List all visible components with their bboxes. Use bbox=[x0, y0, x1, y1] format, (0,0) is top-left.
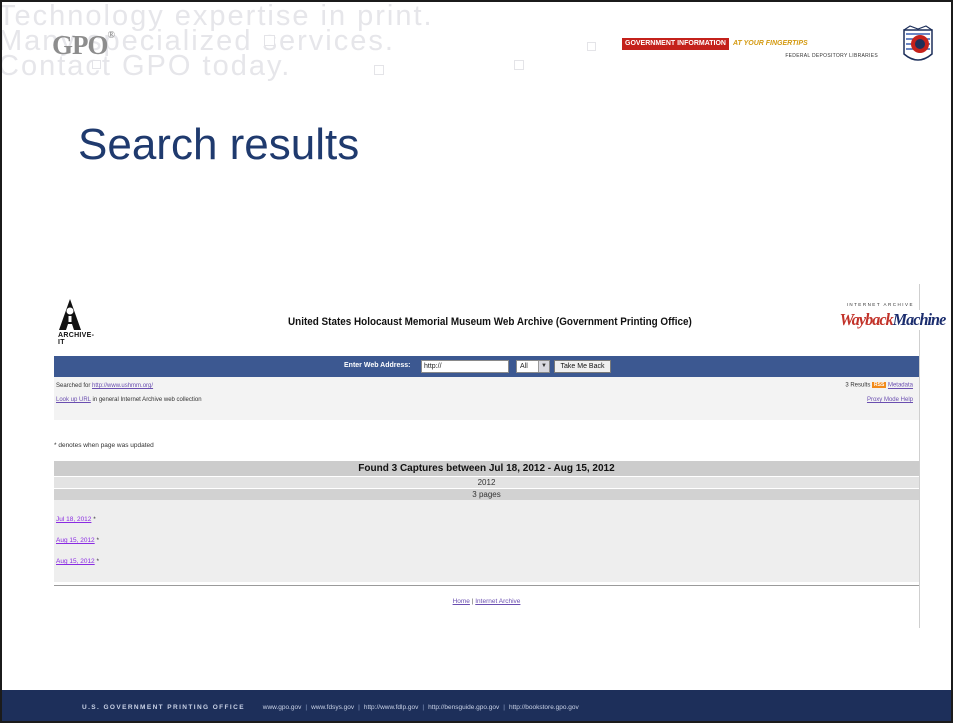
footer-divider bbox=[54, 585, 919, 586]
wayback-word: Wayback bbox=[839, 310, 894, 329]
capture-date-link[interactable]: Aug 15, 2012 bbox=[56, 558, 95, 565]
gov-info-sub: FEDERAL DEPOSITORY LIBRARIES bbox=[785, 53, 878, 59]
link-separator: | bbox=[422, 704, 425, 711]
archive-it-logo: ARCHIVE-IT bbox=[58, 297, 98, 346]
web-address-input[interactable]: http:// bbox=[421, 360, 509, 373]
banner-square bbox=[514, 60, 524, 70]
pages-row: 3 pages bbox=[54, 489, 919, 500]
link-bookstore[interactable]: http://bookstore.gpo.gov bbox=[509, 704, 579, 711]
capture-star: * bbox=[93, 516, 96, 523]
proxy-help-line: Proxy Mode Help bbox=[867, 397, 913, 403]
page-heading: United States Holocaust Memorial Museum … bbox=[288, 316, 692, 328]
home-link[interactable]: Home bbox=[453, 598, 470, 605]
banner-square bbox=[264, 35, 275, 46]
archive-it-icon bbox=[59, 299, 81, 330]
capture-date-link[interactable]: Aug 15, 2012 bbox=[56, 537, 95, 544]
link-separator: | bbox=[305, 704, 308, 711]
wayback-screenshot: ARCHIVE-IT United States Holocaust Memor… bbox=[54, 284, 946, 628]
year-select[interactable]: All ▼ bbox=[516, 360, 550, 373]
banner-square bbox=[374, 65, 384, 75]
results-count: 3 Results bbox=[845, 382, 871, 389]
metadata-link[interactable]: Metadata bbox=[888, 383, 913, 389]
bottom-bar: U.S. GOVERNMENT PRINTING OFFICE www.gpo.… bbox=[2, 690, 951, 721]
capture-item: Jul 18, 2012 * bbox=[56, 516, 96, 523]
footer-links: Home | Internet Archive bbox=[54, 598, 919, 605]
captures-list: Jul 18, 2012 * Aug 15, 2012 * Aug 15, 20… bbox=[54, 500, 919, 582]
update-note: * denotes when page was updated bbox=[54, 442, 154, 449]
gpo-logo-text: GPO bbox=[52, 30, 108, 60]
link-gpo[interactable]: www.gpo.gov bbox=[263, 704, 302, 711]
link-separator: | bbox=[358, 704, 360, 711]
lookup-suffix: in general Internet Archive web collecti… bbox=[92, 397, 202, 403]
capture-star: * bbox=[96, 537, 100, 544]
wayback-logo[interactable]: INTERNET ARCHIVE WaybackMachine bbox=[834, 302, 946, 330]
gov-info-logo: GOVERNMENT INFORMATION AT YOUR FINGERTIP… bbox=[622, 38, 888, 59]
gov-info-gold: AT YOUR FINGERTIPS bbox=[728, 38, 812, 50]
banner-square bbox=[92, 60, 101, 69]
capture-item: Aug 15, 2012 * bbox=[56, 558, 99, 565]
search-info-band: Searched for http://www.ushmm.org/ Look … bbox=[54, 377, 919, 420]
slide-title: Search results bbox=[78, 120, 360, 169]
gov-info-red: GOVERNMENT INFORMATION bbox=[622, 38, 729, 50]
footer-separator: | bbox=[471, 598, 474, 605]
capture-star: * bbox=[96, 558, 100, 565]
year-row[interactable]: 2012 bbox=[54, 477, 919, 488]
wayback-machine-wordmark: WaybackMachine bbox=[839, 310, 947, 330]
link-fdsys[interactable]: www.fdsys.gov bbox=[311, 704, 354, 711]
take-me-back-button[interactable]: Take Me Back bbox=[554, 360, 611, 373]
slide: Technology expertise in print. Many spec… bbox=[0, 0, 953, 723]
link-separator: | bbox=[503, 704, 505, 711]
searched-for-url-link[interactable]: http://www.ushmm.org/ bbox=[92, 383, 153, 389]
wayback-search-bar: Enter Web Address: http:// All ▼ Take Me… bbox=[54, 356, 919, 377]
chevron-down-icon[interactable]: ▼ bbox=[538, 361, 549, 372]
archive-it-label: ARCHIVE-IT bbox=[58, 332, 95, 346]
banner-square bbox=[587, 42, 596, 51]
searched-for-line: Searched for http://www.ushmm.org/ bbox=[56, 383, 153, 389]
gpo-org-name: U.S. GOVERNMENT PRINTING OFFICE bbox=[82, 704, 245, 711]
searched-for-prefix: Searched for bbox=[56, 383, 91, 389]
capture-item: Aug 15, 2012 * bbox=[56, 537, 99, 544]
address-label: Enter Web Address: bbox=[344, 362, 411, 369]
internet-archive-text: INTERNET ARCHIVE bbox=[846, 302, 914, 307]
year-select-value: All bbox=[520, 363, 528, 370]
found-captures-header: Found 3 Captures between Jul 18, 2012 - … bbox=[54, 461, 919, 476]
results-line: 3 Results RSS Metadata bbox=[845, 382, 913, 389]
gpo-logo: GPO® bbox=[52, 30, 115, 60]
proxy-mode-help-link[interactable]: Proxy Mode Help bbox=[867, 397, 913, 403]
capture-date-link[interactable]: Jul 18, 2012 bbox=[56, 516, 91, 523]
machine-word: Machine bbox=[892, 310, 947, 329]
rss-icon[interactable]: RSS bbox=[872, 382, 887, 388]
link-fdlp[interactable]: http://www.fdlp.gov bbox=[364, 704, 419, 711]
lookup-url-link[interactable]: Look up URL bbox=[56, 397, 91, 403]
lookup-line: Look up URL in general Internet Archive … bbox=[56, 397, 202, 403]
internet-archive-link[interactable]: Internet Archive bbox=[475, 598, 520, 605]
fdlp-eagle-seal-icon bbox=[903, 25, 933, 61]
link-bensguide[interactable]: http://bensguide.gpo.gov bbox=[428, 704, 499, 711]
header-banner: Technology expertise in print. Many spec… bbox=[2, 2, 951, 90]
